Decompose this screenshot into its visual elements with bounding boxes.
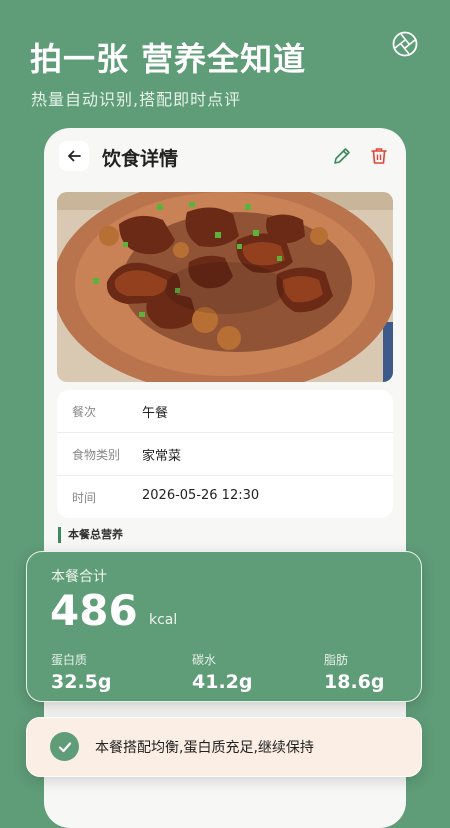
info-value: 2026-05-26 12:30	[142, 488, 260, 503]
pencil-icon	[334, 148, 350, 164]
nutrition-label: 本餐合计	[51, 569, 107, 585]
edit-button[interactable]	[331, 145, 353, 167]
delete-button[interactable]	[368, 145, 390, 167]
page-title: 饮食详情	[102, 148, 179, 170]
check-circle-icon	[50, 732, 79, 761]
meal-tip-card: 本餐搭配均衡,蛋白质充足,继续保持	[26, 717, 422, 777]
info-row-category: 食物类别 家常菜	[57, 433, 393, 475]
macro-value: 41.2g	[192, 671, 253, 693]
macro-value: 32.5g	[51, 671, 112, 693]
arrow-left-icon	[68, 150, 81, 162]
hero-title: 拍一张 营养全知道	[30, 40, 307, 78]
macro-carbs: 碳水 41.2g	[192, 651, 252, 693]
info-row-time: 时间 2026-05-26 12:30	[57, 476, 393, 518]
macro-protein: 蛋白质 32.5g	[51, 651, 111, 693]
section-title: 本餐总营养	[58, 527, 123, 543]
macro-value: 18.6g	[324, 671, 385, 693]
trash-icon	[371, 148, 387, 164]
nutrition-summary-card: 本餐合计 486 kcal 蛋白质 32.5g 碳水 41.2g 脂肪 18.6…	[26, 551, 422, 702]
info-row-meal: 餐次 午餐	[57, 390, 393, 432]
calorie-unit: kcal	[149, 612, 178, 628]
meal-info-card: 餐次 午餐 食物类别 家常菜 时间 2026-05-26 12:30	[57, 390, 393, 518]
calorie-value: 486	[50, 586, 138, 635]
hero-subtitle: 热量自动识别,搭配即时点评	[31, 90, 242, 109]
info-label: 食物类别	[72, 448, 121, 462]
macro-fat: 脂肪 18.6g	[324, 651, 384, 693]
food-photo	[57, 192, 393, 382]
info-value: 午餐	[142, 406, 169, 421]
info-label: 餐次	[72, 405, 97, 419]
info-label: 时间	[72, 491, 97, 505]
detail-topbar: 饮食详情	[44, 128, 406, 190]
info-value: 家常菜	[142, 449, 182, 464]
macro-label: 脂肪	[324, 653, 349, 667]
back-button[interactable]	[59, 141, 89, 171]
aperture-icon[interactable]	[392, 31, 418, 57]
macro-label: 碳水	[192, 653, 217, 667]
macro-label: 蛋白质	[51, 653, 88, 667]
tip-text: 本餐搭配均衡,蛋白质充足,继续保持	[95, 740, 314, 756]
